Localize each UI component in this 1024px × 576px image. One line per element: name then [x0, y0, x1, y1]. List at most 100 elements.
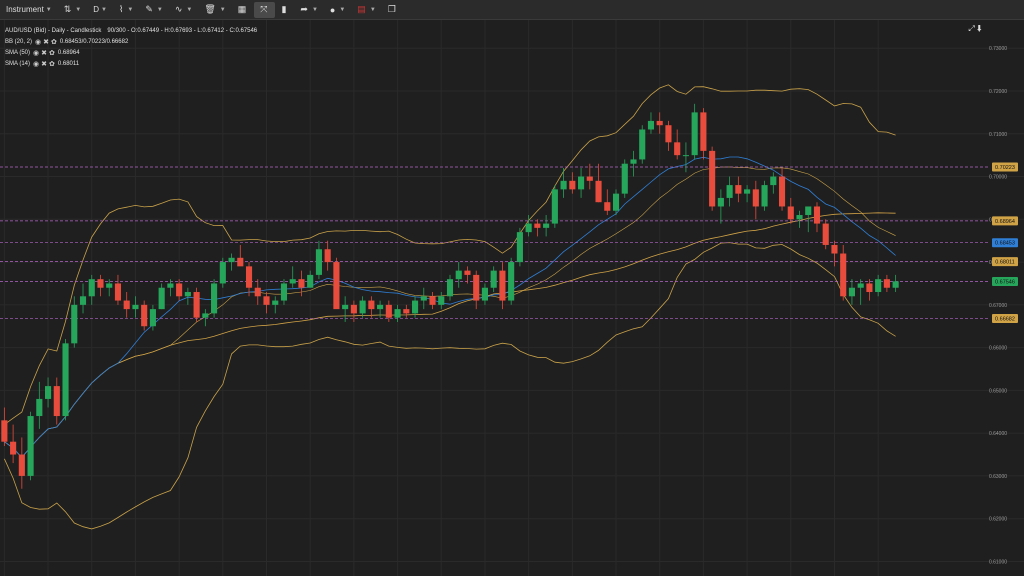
candle-up: [508, 262, 515, 301]
remove-icon[interactable]: ✖: [43, 37, 49, 48]
y-tick-label: 0.65000: [989, 388, 1007, 394]
candle-down: [368, 300, 375, 310]
eye-icon[interactable]: ◉: [33, 59, 39, 70]
expand-arrows-icon[interactable]: ⤢: [968, 24, 974, 33]
candle-up: [289, 279, 296, 284]
candle-up: [211, 283, 218, 314]
candle-up: [411, 300, 419, 314]
candle-up: [228, 257, 235, 263]
ohlc-readout: 90/300 - O:0.67449 - H:0.67693 - L:0.674…: [107, 28, 258, 34]
candle-down: [193, 292, 200, 318]
chevron-down-icon: ▼: [45, 6, 52, 13]
chevron-down-icon: ▼: [339, 6, 346, 13]
candle-up: [639, 129, 646, 160]
candle-down: [97, 279, 104, 288]
y-tick-label: 0.73000: [989, 46, 1007, 52]
y-tick-label: 0.61000: [989, 559, 1007, 565]
candle-up: [516, 232, 523, 263]
chart-corner-tools: ⤢ ⬇: [968, 24, 982, 34]
candle-up: [36, 398, 43, 417]
legend-title-row: AUD/USD (Bid) - Daily - Candlestick 90/3…: [5, 26, 257, 37]
pencil-icon: ✎: [145, 4, 153, 14]
candle-down: [385, 304, 392, 318]
candle-down: [1, 420, 8, 442]
candle-down: [141, 304, 148, 327]
candle-up: [726, 185, 733, 198]
price-level-label: 0.68964: [995, 219, 1015, 225]
candle-up: [647, 120, 655, 130]
candle-down: [254, 287, 261, 297]
trash-icon: 🗑: [204, 4, 216, 14]
candle-up: [848, 287, 855, 297]
candle-up: [315, 249, 322, 275]
candle-up: [342, 304, 349, 310]
candle-up: [481, 287, 489, 301]
candle-up: [612, 193, 620, 211]
chevron-down-icon: ▼: [156, 6, 163, 13]
candle-up: [394, 309, 401, 318]
timeframe-menu[interactable]: D ▼: [87, 0, 113, 20]
gear-icon[interactable]: ✿: [49, 59, 55, 70]
candle-up: [184, 292, 191, 297]
candle-down: [709, 150, 716, 207]
chart-legend: AUD/USD (Bid) - Daily - Candlestick 90/3…: [5, 26, 257, 70]
indicators-icon: ∿: [174, 4, 183, 14]
eye-icon[interactable]: ◉: [35, 37, 41, 48]
bollinger-upper-line: [4, 84, 896, 425]
candle-down: [53, 386, 60, 417]
drawing-tools-button[interactable]: ✎ ▼: [139, 0, 169, 20]
candle-up: [307, 274, 314, 288]
y-tick-label: 0.70000: [989, 175, 1007, 181]
candle-up: [621, 163, 628, 194]
remove-icon[interactable]: ✖: [41, 48, 47, 59]
popout-icon: ❐: [387, 4, 396, 14]
candle-down: [569, 180, 576, 190]
chevron-down-icon: ▼: [127, 6, 134, 13]
delete-button[interactable]: 🗑 ▼: [198, 0, 231, 20]
candle-up: [272, 300, 279, 305]
gear-icon[interactable]: ✿: [49, 48, 55, 59]
fullscreen-button[interactable]: ⤧: [254, 1, 276, 18]
candle-up: [202, 313, 209, 318]
candle-down: [499, 270, 506, 301]
chevron-down-icon: ▼: [186, 6, 193, 13]
gear-icon[interactable]: ✿: [51, 37, 57, 48]
candle-up: [438, 296, 445, 305]
candle-up: [744, 189, 751, 194]
chevron-down-icon: ▼: [219, 6, 226, 13]
candle-down: [866, 283, 873, 293]
theme-button[interactable]: ● ▼: [324, 0, 351, 20]
candle-up: [377, 304, 384, 310]
eye-icon[interactable]: ◉: [33, 48, 39, 59]
popout-button[interactable]: ❐: [382, 0, 404, 20]
remove-icon[interactable]: ✖: [41, 59, 47, 70]
language-button[interactable]: ▤ ▼: [351, 0, 381, 20]
y-tick-label: 0.62000: [989, 517, 1007, 523]
layout-button[interactable]: ▦: [232, 0, 255, 20]
chart-type-button[interactable]: ⌇ ▼: [113, 0, 139, 20]
compare-button[interactable]: ⇅ ▼: [58, 0, 88, 20]
instrument-menu[interactable]: Instrument ▼: [0, 0, 58, 20]
candle-up: [578, 176, 585, 190]
price-level-label: 0.67546: [995, 279, 1015, 285]
bollinger-middle-line: [4, 166, 896, 458]
candle-down: [298, 279, 305, 288]
layout-icon: ▦: [237, 4, 247, 14]
candle-up: [132, 304, 139, 310]
chart-settings-button[interactable]: ▮: [275, 0, 294, 20]
compare-icon: ⇅: [63, 4, 72, 14]
legend-sma14-row: SMA (14) ◉ ✖ ✿ 0.68011: [5, 59, 257, 70]
candle-down: [245, 266, 253, 288]
candle-down: [534, 223, 541, 228]
sma14-value: 0.68011: [57, 61, 80, 67]
share-button[interactable]: ➦ ▼: [294, 0, 324, 20]
candle-down: [822, 223, 829, 245]
candle-up: [875, 279, 882, 293]
download-icon[interactable]: ⬇: [977, 24, 982, 33]
candle-up: [280, 283, 288, 301]
y-tick-label: 0.66000: [989, 346, 1007, 352]
chevron-down-icon: ▼: [75, 6, 82, 13]
candle-down: [752, 189, 759, 207]
price-chart[interactable]: 0.730000.720000.710000.700000.690000.680…: [0, 20, 1024, 576]
indicators-button[interactable]: ∿ ▼: [169, 0, 199, 20]
